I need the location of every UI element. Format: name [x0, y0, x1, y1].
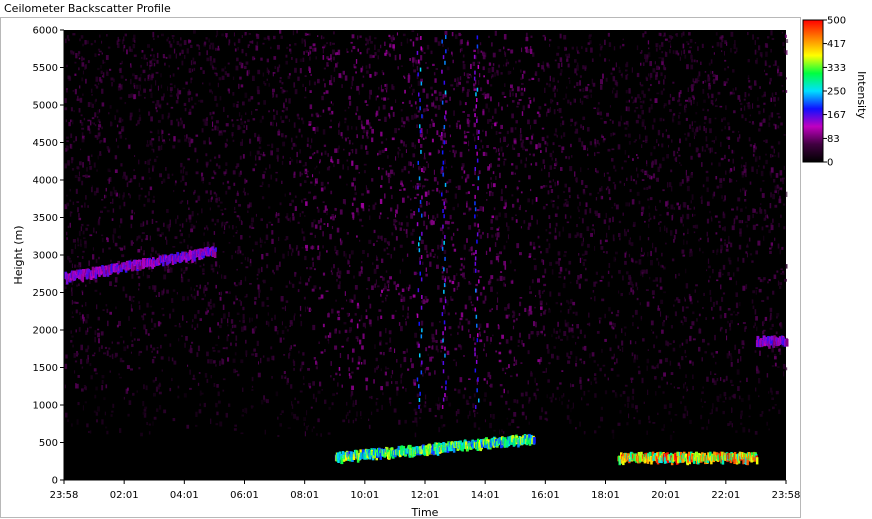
x-tick-label: 20:01 — [651, 490, 680, 501]
y-axis: 0 500 1000 1500 2000 2500 3000 3500 4000 4500 5000… — [33, 26, 65, 487]
y-tick-label: 1000 — [33, 401, 58, 412]
colorbar-tick-label: 250 — [827, 87, 846, 98]
colorbar-tick-label: 500 — [827, 16, 846, 27]
x-axis: 23:58 02:01 04:01 06:01 08:01 10:01 12:01 14:01… — [50, 479, 801, 501]
x-tick-label: 18:01 — [591, 490, 620, 501]
y-tick-label: 2000 — [33, 326, 58, 337]
x-tick-label: 14:01 — [471, 490, 500, 501]
x-tick-label: 04:01 — [170, 490, 199, 501]
y-tick-label: 2500 — [33, 288, 58, 299]
x-axis-label: Time — [411, 506, 439, 519]
x-tick-label: 23:58 — [50, 490, 79, 501]
y-axis-label: Height (m) — [12, 225, 25, 284]
colorbar-tick-label: 417 — [827, 39, 846, 50]
x-tick-label: 10:01 — [350, 490, 379, 501]
y-tick-label: 0 — [52, 476, 58, 487]
colorbar-tick-label: 83 — [827, 134, 840, 145]
chart-svg: 23:58 02:01 04:01 06:01 08:01 10:01 12:01 14:01… — [12, 16, 868, 519]
y-tick-label: 3000 — [33, 251, 58, 262]
colorbar-tick-label: 167 — [827, 110, 846, 121]
colorbar[interactable]: 0 83 167 250 333 417 500 — [802, 16, 846, 169]
x-tick-label: 22:01 — [711, 490, 740, 501]
y-tick-label: 6000 — [33, 26, 58, 37]
x-tick-label: 12:01 — [411, 490, 440, 501]
x-tick-label: 23:58 — [772, 490, 801, 501]
x-tick-label: 08:01 — [290, 490, 319, 501]
x-tick-label: 16:01 — [531, 490, 560, 501]
colorbar-tick-label: 333 — [827, 63, 846, 74]
y-tick-label: 3500 — [33, 213, 58, 224]
y-tick-label: 4000 — [33, 176, 58, 187]
y-tick-label: 1500 — [33, 363, 58, 374]
colorbar-label: Intensity — [855, 71, 868, 119]
cloud-feature-1 — [617, 451, 759, 466]
x-tick-label: 06:01 — [230, 490, 259, 501]
y-tick-label: 5500 — [33, 63, 58, 74]
y-tick-label: 4500 — [33, 138, 58, 149]
y-tick-label: 5000 — [33, 101, 58, 112]
x-tick-label: 02:01 — [110, 490, 139, 501]
y-tick-label: 500 — [39, 438, 58, 449]
colorbar-ramp[interactable] — [802, 19, 824, 163]
colorbar-tick-label: 0 — [827, 158, 833, 169]
